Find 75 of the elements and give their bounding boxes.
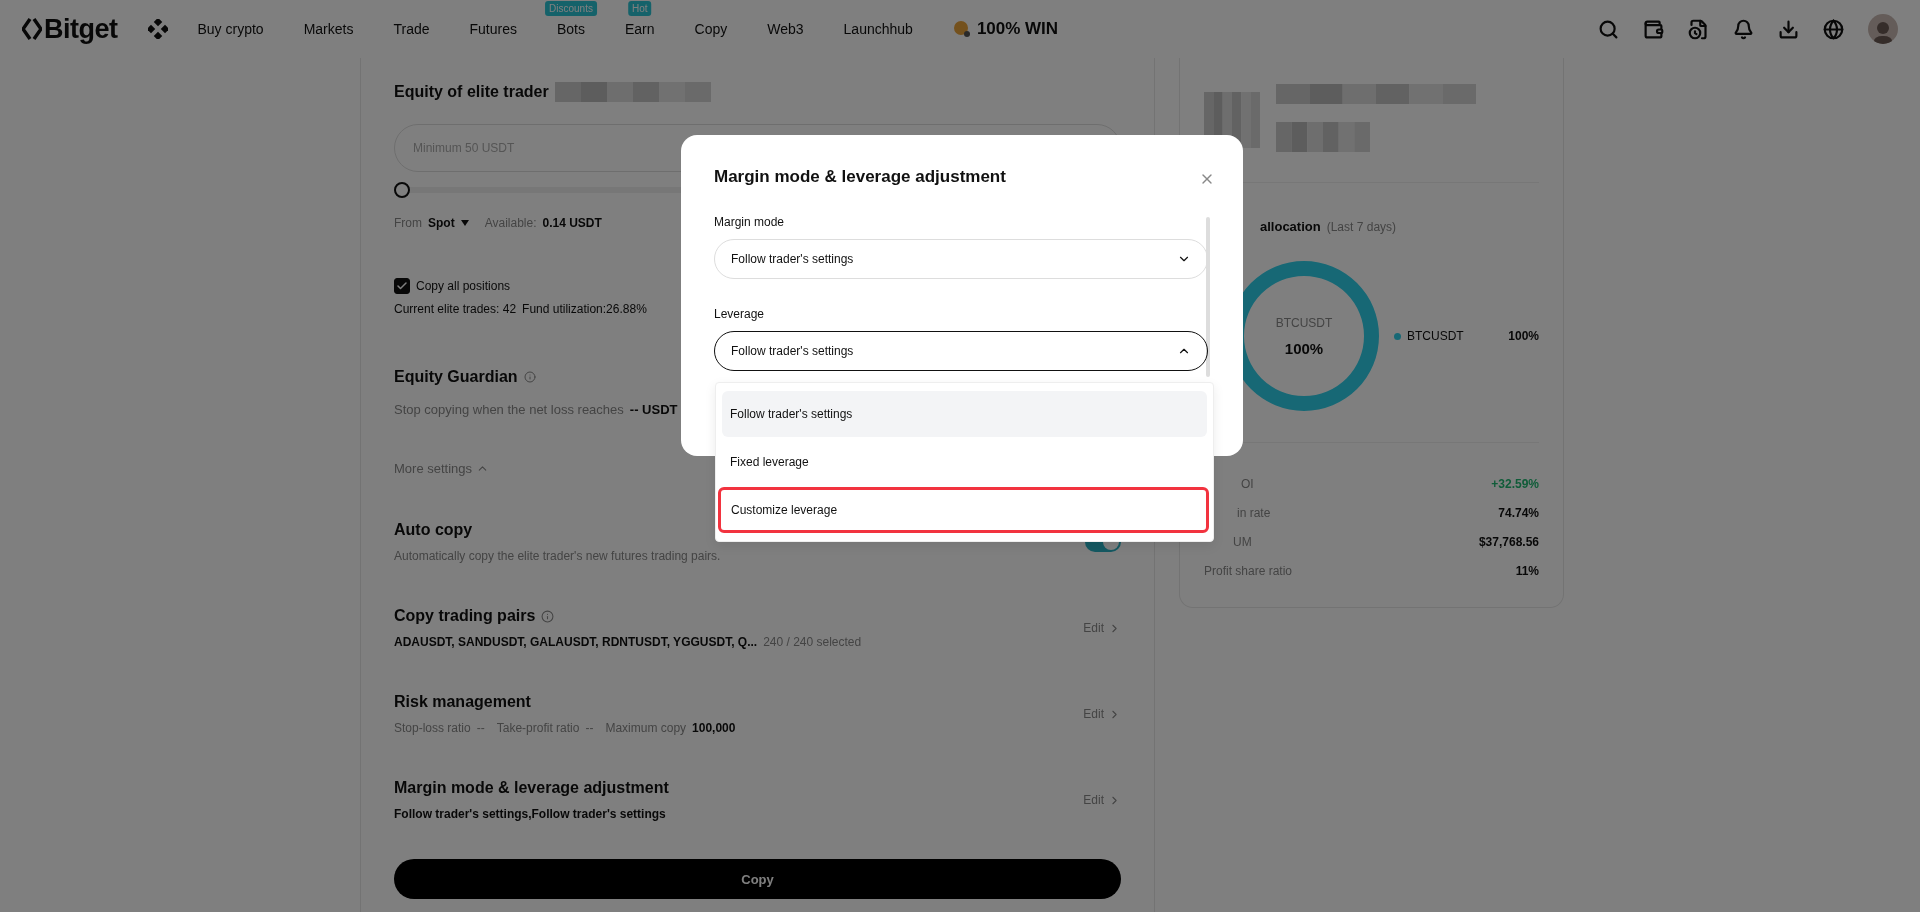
donut-center-value: 100% [1284,339,1324,357]
legend-dot [1394,332,1401,340]
search-icon[interactable] [1598,18,1619,40]
modal-title: Margin mode & leverage adjustment [714,167,1006,187]
max-copy-label: Maximum copy [605,721,687,735]
dropdown-option[interactable]: Follow trader's settings [722,391,1207,437]
section-title: Auto copy [394,521,474,539]
nav-link[interactable]: Earn [625,21,655,37]
stat-value: +32.59% [1491,476,1539,491]
source-label: From [394,216,422,230]
stop-loss-value: -- [476,721,485,735]
legend-value: 100% [1508,329,1539,343]
dropdown-option[interactable]: Customize leverage [718,487,1209,533]
more-settings-link[interactable]: More settings [394,461,490,476]
bell-icon[interactable] [1733,18,1754,40]
globe-icon[interactable] [1823,18,1844,40]
nav-link[interactable]: Trade [393,21,430,37]
selected-count: 240 / 240 selected [763,635,862,649]
checkmark-icon [396,280,408,292]
section-title: Equity Guardian [394,368,518,386]
section-title: Equity of elite trader [394,83,549,101]
stop-loss-label: Stop-loss ratio [394,721,471,735]
nav-link[interactable]: Futures [469,21,517,37]
fund-utilization-text: Fund utilization:26.88% [522,302,647,316]
promo-text[interactable]: 100% WIN [976,19,1059,39]
checkbox-label: Copy all positions [416,279,511,293]
section-title: allocation [1260,219,1321,234]
section-title: Copy trading pairs [394,607,536,625]
donut-center-label: BTCUSDT [1275,315,1333,330]
nav-badge: Hot [628,1,652,16]
stat-value: 74.74% [1498,505,1539,520]
nav-badge: Discounts [545,1,597,16]
stat-label: OI [1240,476,1254,491]
period-label: (Last 7 days) [1326,219,1397,234]
scrollbar[interactable] [1206,217,1210,377]
wallet-icon[interactable] [1643,18,1664,40]
copy-button[interactable]: Copy [394,859,1121,899]
coin-icon [952,20,971,38]
field-label: Margin mode [714,215,786,229]
caret-icon[interactable] [460,220,469,226]
order-history-icon[interactable] [1688,18,1709,40]
guardian-value: -- USDT [629,402,678,417]
nav-link[interactable]: Bots [556,21,585,37]
guardian-text: Stop copying when the net loss reaches [394,402,624,417]
max-copy-value: 100,000 [692,721,736,735]
stat-label: UM [1232,534,1252,549]
available-value: 0.14 USDT [542,216,602,230]
elite-trades-text: Current elite trades: 42 [394,302,517,316]
section-description: Automatically copy the elite trader's new futures trading pairs. [394,549,721,563]
download-icon[interactable] [1778,18,1799,40]
available-label: Available: [484,216,537,230]
field-label: Leverage [714,307,766,321]
stat-value: 11% [1515,563,1539,578]
take-profit-label: Take-profit ratio [496,721,580,735]
info-icon[interactable] [541,609,555,623]
logo[interactable]: Bitget [44,13,118,45]
diamonds-icon[interactable] [147,19,168,39]
nav-link[interactable]: Launchhub [843,21,913,37]
logo-icon [22,18,42,40]
legend-label: BTCUSDT [1407,329,1464,343]
section-title: Margin mode & leverage adjustment [394,779,669,797]
avatar[interactable] [1868,14,1898,44]
nav-link[interactable]: Copy [694,21,728,37]
trading-pairs-text: ADAUSDT, SANDUSDT, GALAUSDT, RDNTUSDT, YGGUSDT, Q... [394,635,758,649]
stat-label: Profit share ratio [1204,563,1293,578]
nav-link[interactable]: Web3 [767,21,804,37]
stat-value: $37,768.56 [1478,534,1539,549]
take-profit-value: -- [585,721,594,735]
slider-thumb[interactable] [394,182,410,198]
section-title: Risk management [394,693,532,711]
nav-link[interactable]: Buy crypto [197,21,264,37]
margin-settings-text: Follow trader's settings,Follow trader's settings [394,807,667,821]
checkbox[interactable] [394,278,410,294]
source-dropdown[interactable]: Spot [428,216,455,230]
nav-link[interactable]: Markets [303,21,354,37]
